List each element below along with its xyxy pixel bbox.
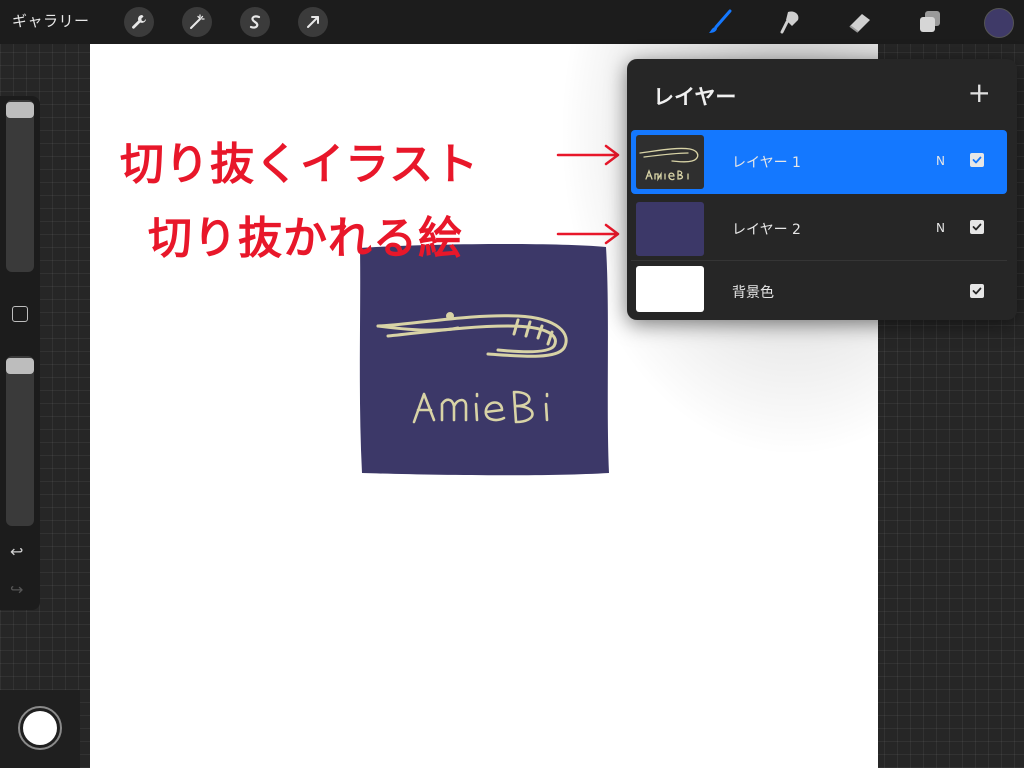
layer-visibility-checkbox[interactable]	[970, 220, 984, 234]
artwork-image	[358, 244, 610, 477]
layer-name: 背景色	[732, 285, 774, 301]
layers-icon[interactable]	[914, 6, 946, 38]
layers-panel: レイヤー + レイヤー 1 N レイヤー 2 N 背景色	[627, 59, 1017, 320]
blend-mode-button[interactable]: N	[936, 221, 945, 235]
quick-menu-button[interactable]	[18, 706, 62, 750]
layer-name: レイヤー 2	[732, 222, 801, 238]
layer-thumbnail	[636, 266, 704, 312]
add-layer-button[interactable]: +	[968, 79, 991, 107]
layer-name: レイヤー 1	[732, 155, 801, 171]
smudge-icon[interactable]	[774, 6, 806, 38]
arrow-icon	[556, 144, 620, 166]
layer-row-background[interactable]: 背景色	[631, 262, 1007, 320]
layer-thumbnail	[636, 135, 704, 189]
brush-size-slider[interactable]	[6, 100, 34, 272]
blend-mode-button[interactable]: N	[936, 154, 945, 168]
layer-thumbnail	[636, 202, 704, 256]
redo-icon[interactable]: ↪	[10, 580, 23, 599]
layer-row-2[interactable]: レイヤー 2 N	[631, 197, 1007, 261]
layers-panel-title: レイヤー	[653, 85, 737, 109]
undo-icon[interactable]: ↩	[10, 542, 23, 561]
magic-wand-icon[interactable]	[182, 7, 212, 37]
layer-visibility-checkbox[interactable]	[970, 284, 984, 298]
gallery-button[interactable]: ギャラリー	[12, 10, 90, 31]
brush-icon[interactable]	[704, 6, 736, 38]
top-toolbar: ギャラリー	[0, 0, 1024, 44]
eraser-icon[interactable]	[844, 6, 876, 38]
wrench-icon[interactable]	[124, 7, 154, 37]
annotation-cut-picture: 切り抜かれる絵	[148, 213, 463, 264]
current-color-swatch[interactable]	[984, 8, 1014, 38]
opacity-thumb[interactable]	[6, 358, 34, 374]
brush-size-thumb[interactable]	[6, 102, 34, 118]
modify-button[interactable]	[12, 306, 28, 322]
layer-row-1[interactable]: レイヤー 1 N	[631, 130, 1007, 194]
opacity-slider[interactable]	[6, 356, 34, 526]
selection-s-icon[interactable]	[240, 7, 270, 37]
left-sidebar: ↩ ↪	[0, 96, 40, 610]
annotation-cutout-illustration: 切り抜くイラスト	[120, 139, 480, 190]
transform-arrow-icon[interactable]	[298, 7, 328, 37]
layer-visibility-checkbox[interactable]	[970, 153, 984, 167]
arrow-icon	[556, 223, 620, 245]
